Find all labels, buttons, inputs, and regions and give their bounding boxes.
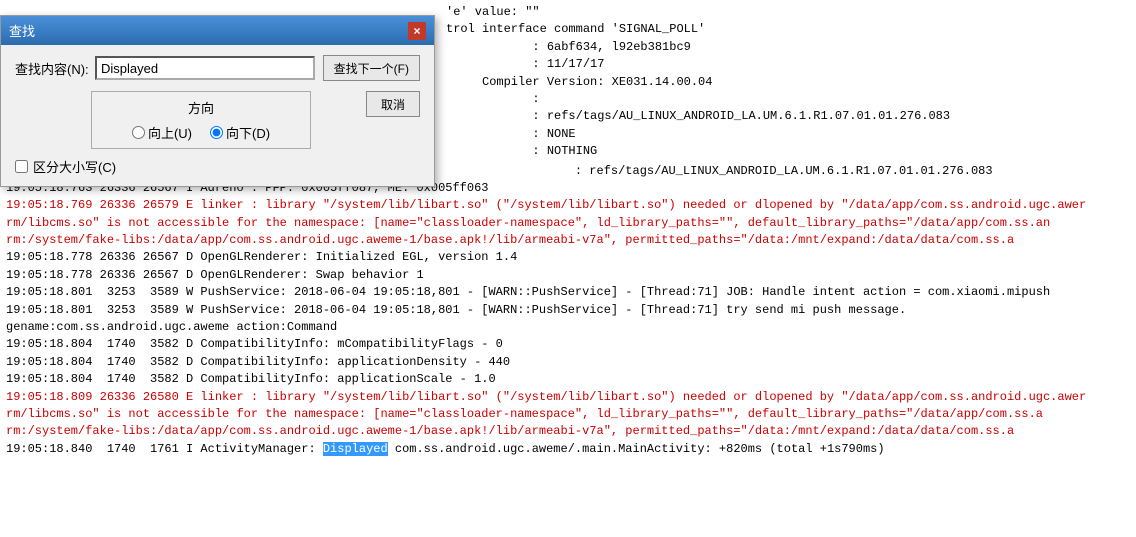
case-sensitive-label[interactable]: 区分大小写(C) <box>33 157 116 176</box>
dialog-titlebar: 查找 × <box>1 16 434 45</box>
close-button[interactable]: × <box>408 22 426 40</box>
radio-down[interactable] <box>210 126 223 139</box>
log-line: 19:05:18.840 1740 1761 I ActivityManager… <box>6 441 1130 458</box>
log-line: 19:05:18.809 26336 26580 E linker : libr… <box>6 389 1130 406</box>
direction-label: 方向 <box>188 98 214 117</box>
radio-up-label: 向上(U) <box>148 123 192 142</box>
log-line: 19:05:18.804 1740 3582 D CompatibilityIn… <box>6 371 1130 388</box>
log-line: 19:05:18.778 26336 26567 D OpenGLRendere… <box>6 267 1130 284</box>
radio-group-direction: 向上(U) 向下(D) <box>132 123 270 142</box>
radio-up[interactable] <box>132 126 145 139</box>
dialog-title: 查找 <box>9 21 35 40</box>
log-line: gename:com.ss.android.ugc.aweme action:C… <box>6 319 1130 336</box>
find-content-label: 查找内容(N): <box>15 59 95 78</box>
radio-down-option[interactable]: 向下(D) <box>210 123 270 142</box>
log-line: 19:05:18.804 1740 3582 D CompatibilityIn… <box>6 354 1130 371</box>
log-line: rm/libcms.so" is not accessible for the … <box>6 215 1130 232</box>
radio-down-label: 向下(D) <box>226 123 270 142</box>
log-line: 19:05:18.778 26336 26567 D OpenGLRendere… <box>6 249 1130 266</box>
cancel-button[interactable]: 取消 <box>366 91 420 117</box>
log-line: 19:05:18.804 1740 3582 D CompatibilityIn… <box>6 336 1130 353</box>
log-line: rm/libcms.so" is not accessible for the … <box>6 406 1130 423</box>
log-line: 19:05:18.769 26336 26579 E linker : libr… <box>6 197 1130 214</box>
checkbox-row: 区分大小写(C) <box>15 157 420 176</box>
find-next-button[interactable]: 查找下一个(F) <box>323 55 420 81</box>
log-line: rm:/system/fake-libs:/data/app/com.ss.an… <box>6 423 1130 440</box>
dialog-body: 查找内容(N): 查找下一个(F) 方向 向上(U) 向 <box>1 45 434 186</box>
log-line: 19:05:18.801 3253 3589 W PushService: 20… <box>6 284 1130 301</box>
highlighted-word: Displayed <box>323 442 388 456</box>
find-input[interactable] <box>95 56 315 80</box>
log-line: rm:/system/fake-libs:/data/app/com.ss.an… <box>6 232 1130 249</box>
radio-up-option[interactable]: 向上(U) <box>132 123 192 142</box>
log-line: 19:05:18.801 3253 3589 W PushService: 20… <box>6 302 1130 319</box>
find-dialog: 查找 × 查找内容(N): 查找下一个(F) 方向 向上(U) <box>0 15 435 187</box>
case-sensitive-checkbox[interactable] <box>15 160 28 173</box>
